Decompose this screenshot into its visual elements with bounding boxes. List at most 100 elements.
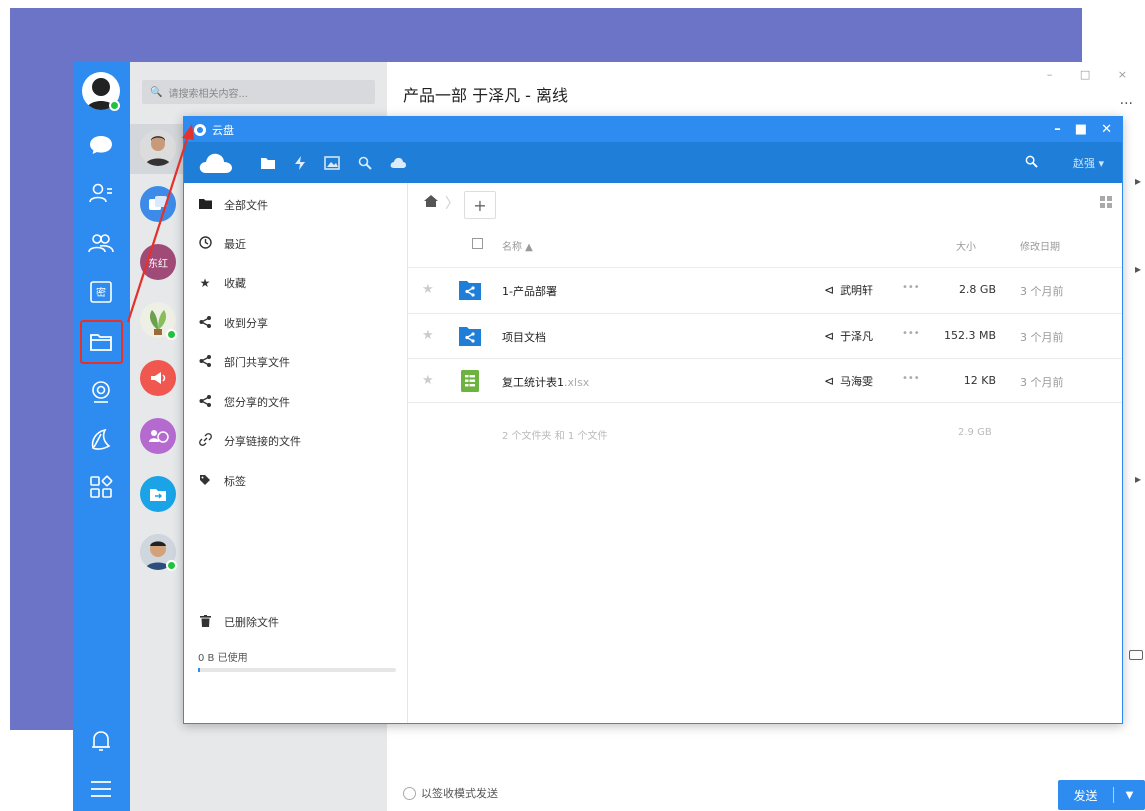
row-actions-icon[interactable]: ••• [902,328,920,339]
secret-icon[interactable]: 密 [84,275,118,309]
tag-icon [198,474,212,489]
row-actions-icon[interactable]: ••• [902,373,920,384]
file-size: 152.3 MB [943,329,996,342]
search-input[interactable]: 🔍 请搜索相关内容... [142,80,375,104]
minimize-button[interactable]: – [1054,122,1061,137]
sidebar-item-label: 最近 [224,238,246,251]
send-options-icon[interactable]: ▼ [1114,790,1145,801]
table-row[interactable]: ★ 复工统计表1.xlsx ⊲ 马海雯 ••• 12 KB 3 个月前 [408,358,1122,403]
sidebar-item-label: 标签 [224,475,246,488]
shared-by: ⊲ 于泽凡 [824,329,874,343]
column-header-size[interactable]: 大小 [956,238,976,253]
search-tab-icon[interactable] [358,156,372,170]
file-size: 12 KB [963,374,996,387]
sidebar-item-favorites[interactable]: ★ 收藏 [198,275,246,291]
announcement-avatar[interactable] [140,360,176,396]
sidebar-item-label: 收藏 [224,277,246,290]
sidebar-item-tags[interactable]: 标签 [198,473,246,489]
grid-view-icon[interactable] [1100,196,1112,208]
team-avatar[interactable] [140,418,176,454]
share-icon: ⊲ [824,374,835,388]
shared-by: ⊲ 马海雯 [824,374,874,388]
share-icon [198,315,212,331]
bell-icon[interactable] [84,724,118,758]
table-row[interactable]: ★ 项目文档 ⊲ 于泽凡 ••• 152.3 MB 3 个月前 [408,313,1122,358]
apps-icon[interactable] [84,470,118,504]
storage-usage-text: 0 B 已使用 [198,653,248,664]
sidebar-item-shared-links[interactable]: 分享链接的文件 [198,433,301,449]
send-label: 发送 [1073,788,1098,803]
file-name[interactable]: 项目文档 [502,329,546,345]
window-controls[interactable]: – □ × [1047,68,1139,81]
link-icon [198,433,212,449]
more-options-icon[interactable]: ... [1120,92,1133,108]
favorite-star-icon[interactable]: ★ [422,328,434,343]
spreadsheet-icon [458,369,482,393]
new-item-button[interactable]: + [464,191,496,219]
files-tab-icon[interactable] [260,156,276,170]
sidebar-item-label: 您分享的文件 [224,396,290,409]
sidebar-item-recent[interactable]: 最近 [198,236,246,252]
camera-icon[interactable] [84,375,118,409]
sidebar-item-all-files[interactable]: 全部文件 [198,197,268,213]
user-menu[interactable]: 赵强 ▾ [1073,155,1104,171]
cloud-logo-icon [194,123,206,136]
contact-badge-avatar[interactable]: 东红 [140,244,176,280]
shared-by: ⊲ 武明轩 [824,283,874,297]
file-name[interactable]: 1-产品部署 [502,283,557,299]
maximize-button[interactable]: ■ [1075,122,1087,137]
file-list-panel: 〉 + 名称 ▲ 大小 修改日期 ★ 1-产品部署 ⊲ 武明轩 ••• 2.8 G… [408,183,1122,723]
edge-mark: ▸ [1134,472,1141,486]
folder-summary-size: 2.9 GB [958,427,992,438]
contact-avatar[interactable] [140,130,176,166]
breadcrumb-chevron-icon: 〉 [445,196,459,212]
file-transfer-avatar[interactable] [140,476,176,512]
share-icon [198,394,212,410]
online-status-dot [109,100,120,111]
sidebar-item-department-shared[interactable]: 部门共享文件 [198,354,290,370]
leaf-icon[interactable] [84,422,118,456]
favorite-star-icon[interactable]: ★ [422,282,434,297]
toolbar-search-icon[interactable] [1025,155,1038,171]
sidebar-item-shared-with-you[interactable]: 收到分享 [198,315,268,331]
gallery-tab-icon[interactable] [324,155,340,170]
file-size: 2.8 GB [958,283,996,296]
share-icon: ⊲ [824,329,835,343]
storage-usage-fill [198,668,200,672]
contacts-icon[interactable] [84,176,118,210]
sign-mode-radio[interactable] [403,786,416,800]
video-call-icon[interactable] [1129,650,1143,660]
contact-badge-text: 东红 [148,258,168,270]
column-header-name[interactable]: 名称 ▲ [502,238,533,253]
favorite-star-icon[interactable]: ★ [422,373,434,388]
cloud-sidebar: 全部文件 最近 ★ 收藏 收到分享 部门共享文件 您分享的文件 分享链接的文件 … [184,183,408,723]
activity-tab-icon[interactable] [294,155,306,170]
search-icon: 🔍 [150,86,163,98]
sidebar-item-label: 分享链接的文件 [224,435,301,448]
chat-icon[interactable] [84,128,118,162]
trash-label: 已删除文件 [224,616,279,629]
send-button[interactable]: 发送 ▼ [1058,780,1145,810]
svg-text:密: 密 [96,286,106,299]
sign-mode-option[interactable]: 以签收模式发送 [403,785,498,801]
shared-folder-icon [458,324,482,348]
file-name[interactable]: 复工统计表1.xlsx [502,374,589,390]
sidebar-item-trash[interactable]: 已删除文件 [198,614,279,630]
close-button[interactable]: ✕ [1101,122,1112,137]
row-actions-icon[interactable]: ••• [902,282,920,293]
home-breadcrumb-icon[interactable] [424,195,438,211]
group-icon[interactable] [84,226,118,260]
file-date: 3 个月前 [1020,285,1064,298]
online-status-dot [166,329,177,340]
column-header-date[interactable]: 修改日期 [1020,238,1060,253]
upload-cloud-icon[interactable] [390,157,406,169]
table-row[interactable]: ★ 1-产品部署 ⊲ 武明轩 ••• 2.8 GB 3 个月前 [408,267,1122,312]
select-all-checkbox[interactable] [472,238,483,249]
menu-icon[interactable] [84,772,118,806]
sidebar-item-label: 全部文件 [224,199,268,212]
edge-mark: ▸ [1134,174,1141,188]
cloud-body: 全部文件 最近 ★ 收藏 收到分享 部门共享文件 您分享的文件 分享链接的文件 … [184,183,1122,723]
sidebar-item-shared-by-you[interactable]: 您分享的文件 [198,394,290,410]
cloud-titlebar[interactable]: 云盘 – ■ ✕ [184,117,1122,142]
group-avatar[interactable] [140,186,176,222]
